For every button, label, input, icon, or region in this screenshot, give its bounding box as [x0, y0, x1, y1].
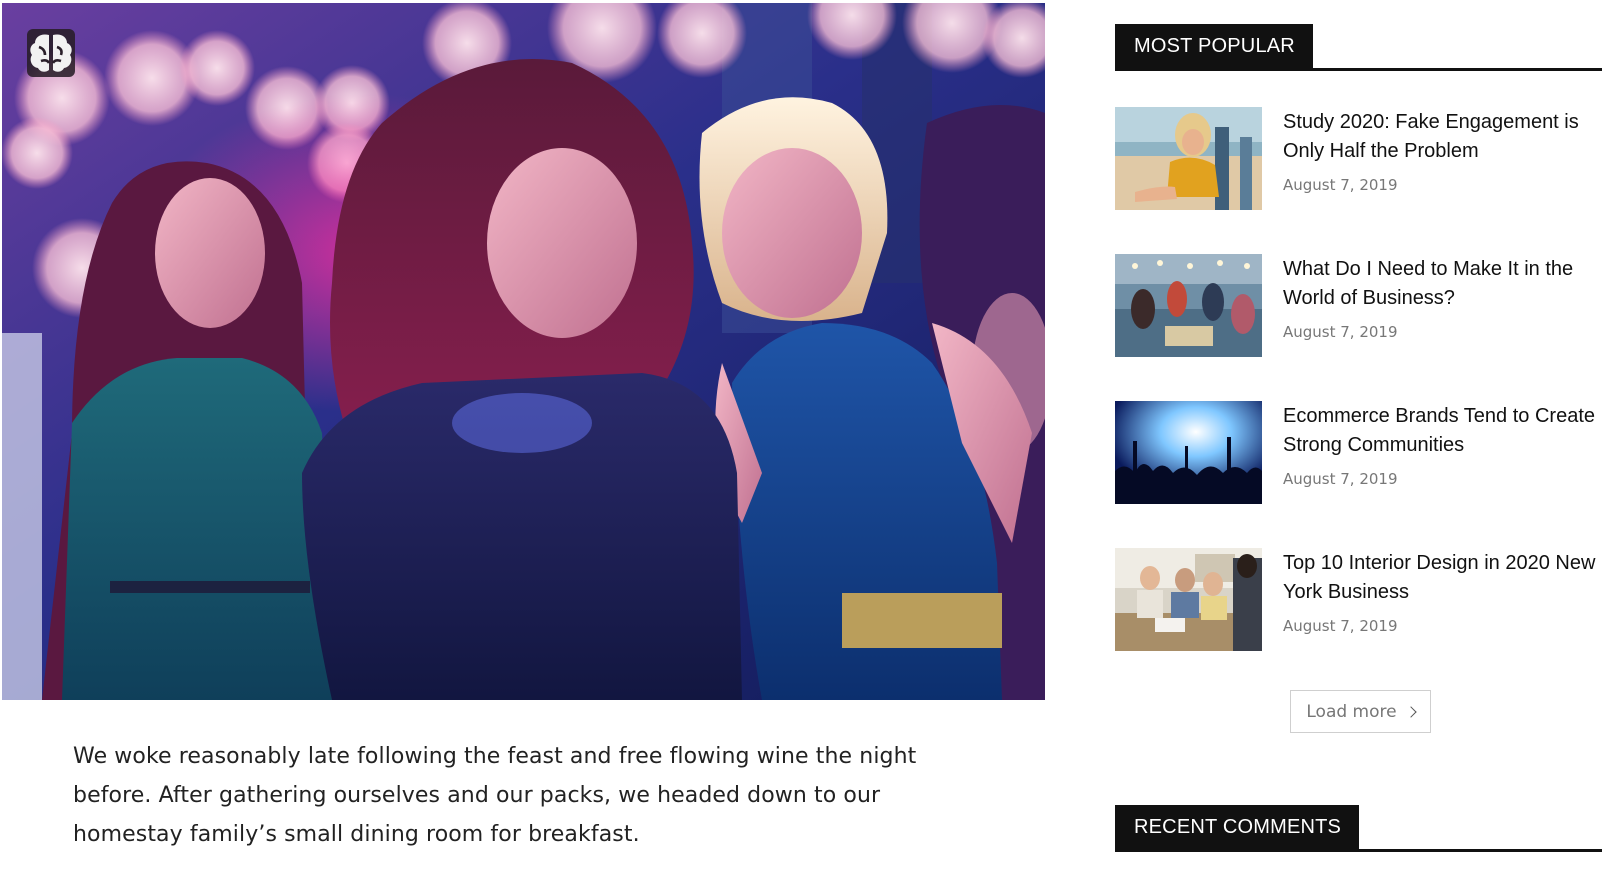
list-item: Top 10 Interior Design in 2020 New York …	[1115, 548, 1605, 695]
most-popular-title: MOST POPULAR	[1115, 24, 1313, 68]
post-title[interactable]: Top 10 Interior Design in 2020 New York …	[1283, 549, 1603, 607]
post-thumbnail-beach-picnic[interactable]	[1115, 254, 1262, 357]
post-date: August 7, 2019	[1283, 323, 1398, 341]
hero-photo	[2, 3, 1045, 700]
friends-beach-picnic-photo	[1115, 254, 1262, 357]
article-paragraph: We woke reasonably late following the fe…	[73, 744, 917, 847]
list-item: Study 2020: Fake Engagement is Only Half…	[1115, 107, 1605, 254]
woman-beach-chair-photo	[1115, 107, 1262, 210]
list-item: Ecommerce Brands Tend to Create Strong C…	[1115, 401, 1605, 548]
recent-comments-title: RECENT COMMENTS	[1115, 805, 1360, 849]
brain-icon-glyph	[30, 34, 72, 72]
recent-comments-heading: RECENT COMMENTS	[1115, 805, 1602, 852]
concert-crowd-photo	[1115, 401, 1262, 504]
post-thumbnail-concert[interactable]	[1115, 401, 1262, 504]
post-thumbnail-office[interactable]	[1115, 548, 1262, 651]
chevron-right-icon	[1404, 706, 1417, 718]
load-more-button[interactable]: Load more	[1290, 690, 1431, 733]
brain-icon[interactable]	[27, 29, 75, 77]
post-title[interactable]: Study 2020: Fake Engagement is Only Half…	[1283, 108, 1603, 166]
post-date: August 7, 2019	[1283, 617, 1398, 635]
post-date: August 7, 2019	[1283, 176, 1398, 194]
most-popular-heading: MOST POPULAR	[1115, 24, 1602, 71]
post-date: August 7, 2019	[1283, 470, 1398, 488]
load-more-label: Load more	[1306, 701, 1397, 722]
list-item: What Do I Need to Make It in the World o…	[1115, 254, 1605, 401]
hero-image	[2, 3, 1045, 700]
most-popular-list: Study 2020: Fake Engagement is Only Half…	[1115, 107, 1605, 695]
office-meeting-photo	[1115, 548, 1262, 651]
post-title[interactable]: What Do I Need to Make It in the World o…	[1283, 255, 1603, 313]
post-title[interactable]: Ecommerce Brands Tend to Create Strong C…	[1283, 402, 1603, 460]
post-thumbnail-beach-chair[interactable]	[1115, 107, 1262, 210]
